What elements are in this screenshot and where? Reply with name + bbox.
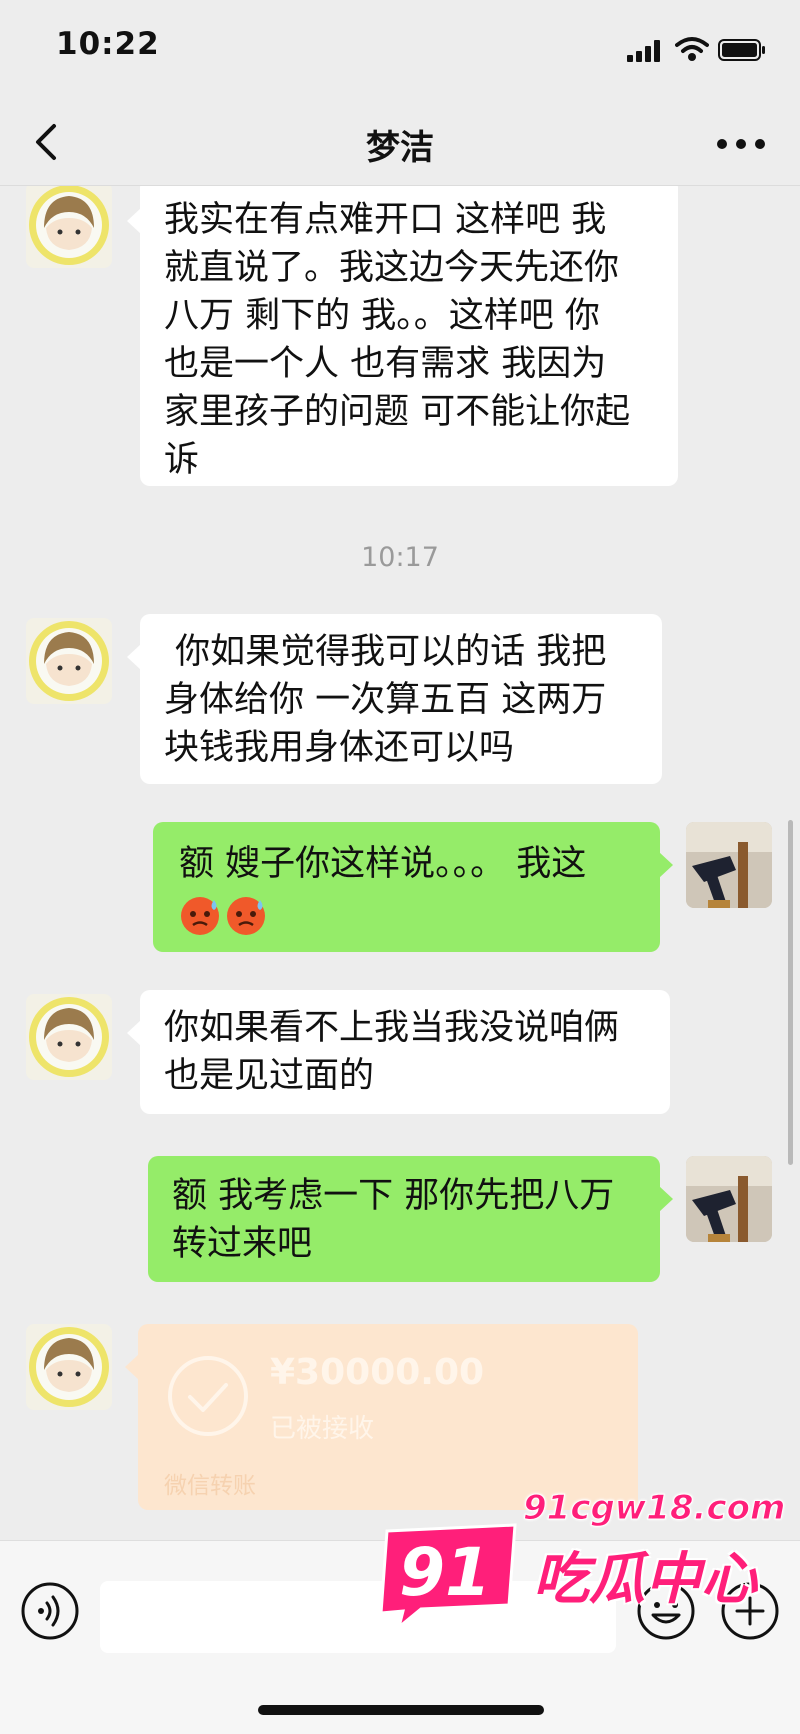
- sweat-face-emoji: [181, 897, 219, 935]
- transfer-status: 已被接收: [270, 1414, 375, 1444]
- message-bubble[interactable]: 你如果觉得我可以的话 我把 身体给你 一次算五百 这两万 块钱我用身体还可以吗: [127, 614, 662, 784]
- message-timestamp: 10:17: [361, 542, 439, 573]
- message-bubble[interactable]: 额 我考虑一下 那你先把八万 转过来吧: [148, 1156, 673, 1282]
- status-time: 10:22: [56, 26, 160, 62]
- contact-avatar[interactable]: [26, 186, 112, 268]
- home-indicator: [258, 1705, 544, 1715]
- message-text: 额 我考虑一下 那你先把八万 转过来吧: [172, 1176, 615, 1264]
- voice-icon[interactable]: [20, 1581, 80, 1641]
- my-avatar[interactable]: [686, 1156, 772, 1242]
- scrollbar[interactable]: [788, 820, 793, 1165]
- watermark-url: 91cgw18.com: [522, 1488, 786, 1529]
- avatar-image: [29, 186, 109, 265]
- contact-avatar[interactable]: [26, 618, 112, 704]
- check-circle-icon: [168, 1356, 248, 1436]
- sweat-face-emoji: [227, 897, 265, 935]
- watermark: 91 91cgw18.com 吃瓜中心: [373, 1488, 786, 1668]
- message-text: 我实在有点难开口 这样吧 我 就直说了。我这边今天先还你 八万 剩下的 我。。这…: [164, 200, 631, 480]
- transfer-card[interactable]: ¥30000.00 已被接收 微信转账: [125, 1324, 638, 1510]
- wifi-icon: [675, 37, 709, 61]
- message-bubble[interactable]: 额 嫂子你这样说。。。 我这: [153, 822, 673, 952]
- chat-title: 梦洁: [366, 128, 434, 168]
- avatar-image: [686, 1156, 772, 1242]
- avatar-image: [686, 822, 772, 908]
- transfer-amount: ¥30000.00: [270, 1352, 485, 1393]
- message-bubble[interactable]: 你如果看不上我当我没说咱俩 也是见过面的: [127, 990, 670, 1114]
- message-text: 额 嫂子你这样说。。。 我这: [179, 844, 587, 884]
- avatar-image: [29, 997, 109, 1077]
- avatar-image: [29, 621, 109, 701]
- transfer-label: 微信转账: [164, 1473, 256, 1499]
- status-bar: 10:22: [0, 0, 800, 100]
- contact-avatar[interactable]: [26, 1324, 112, 1410]
- watermark-badge: 91: [379, 1523, 517, 1623]
- my-avatar[interactable]: [686, 822, 772, 908]
- message-bubble[interactable]: 我实在有点难开口 这样吧 我 就直说了。我这边今天先还你 八万 剩下的 我。。这…: [127, 186, 678, 486]
- avatar-image: [29, 1327, 109, 1407]
- message-list[interactable]: 我实在有点难开口 这样吧 我 就直说了。我这边今天先还你 八万 剩下的 我。。这…: [0, 186, 800, 1540]
- message-text: 你如果看不上我当我没说咱俩 也是见过面的: [164, 1008, 620, 1096]
- watermark-name: 吃瓜中心: [533, 1547, 757, 1612]
- watermark-badge-text: 91: [399, 1534, 491, 1611]
- battery-icon: [718, 39, 765, 61]
- contact-avatar[interactable]: [26, 994, 112, 1080]
- message-text: 你如果觉得我可以的话 我把 身体给你 一次算五百 这两万 块钱我用身体还可以吗: [164, 632, 607, 768]
- signal-bars-icon: [627, 40, 663, 62]
- chat-header: 梦洁: [0, 100, 800, 186]
- more-dots-icon[interactable]: [716, 138, 766, 150]
